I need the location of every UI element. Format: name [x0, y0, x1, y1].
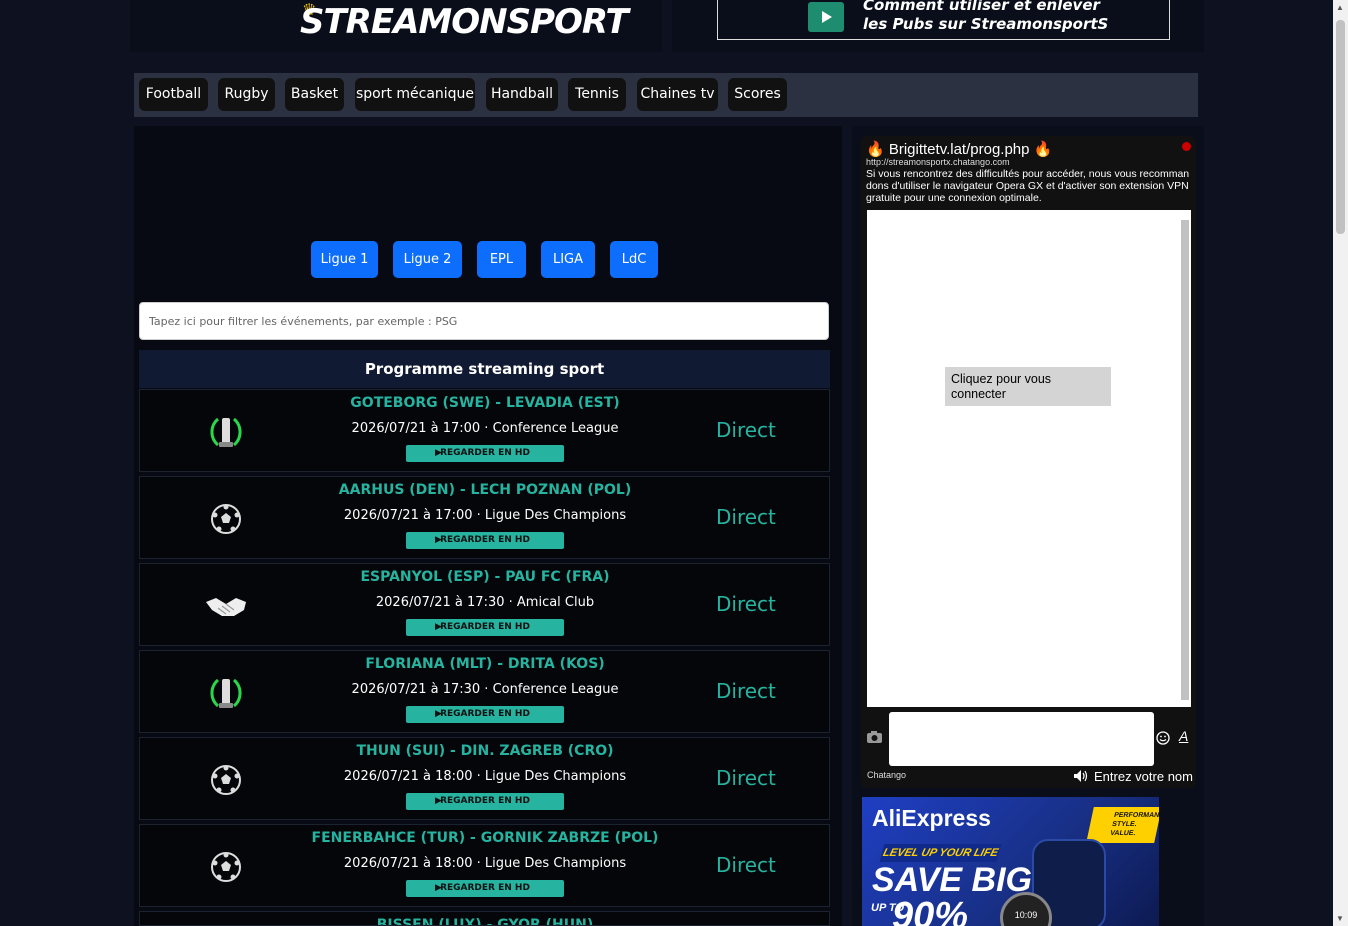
- conference-league-icon: [210, 417, 242, 447]
- watch-hd-label: REGARDER EN HD: [440, 622, 530, 632]
- chat-url[interactable]: http://streamonsportx.chatango.com: [866, 157, 1010, 167]
- enter-name-link[interactable]: Entrez votre nom: [1094, 769, 1193, 784]
- banner-line-2: les Pubs sur StreamonsportS: [863, 15, 1109, 33]
- nav-sport-mecanique[interactable]: sport mécanique: [355, 78, 475, 111]
- nav-football[interactable]: Football: [139, 78, 208, 111]
- event-row[interactable]: THUN (SUI) - DIN. ZAGREB (CRO) 2026/07/2…: [139, 737, 830, 820]
- emoji-icon[interactable]: [1156, 731, 1170, 745]
- direct-link[interactable]: Direct: [716, 853, 776, 877]
- scroll-up-icon[interactable]: ▲: [1336, 3, 1344, 12]
- watch-hd-label: REGARDER EN HD: [440, 796, 530, 806]
- play-icon: ▶: [435, 883, 442, 893]
- direct-link[interactable]: Direct: [716, 766, 776, 790]
- league-ldc[interactable]: LdC: [610, 241, 658, 278]
- nav-rugby[interactable]: Rugby: [218, 78, 275, 111]
- watch-hd-label: REGARDER EN HD: [440, 448, 530, 458]
- conference-league-icon: [210, 678, 242, 708]
- event-row[interactable]: BISSEN (LUX) - GYOR (HUN): [139, 911, 830, 926]
- nav-scores[interactable]: Scores: [728, 78, 787, 111]
- event-row[interactable]: FENERBAHCE (TUR) - GORNIK ZABRZE (POL) 2…: [139, 824, 830, 907]
- league-liga[interactable]: LIGA: [541, 241, 595, 278]
- watch-hd-button[interactable]: ▶ REGARDER EN HD: [406, 880, 564, 897]
- play-icon: ▶: [435, 448, 442, 458]
- event-info: 2026/07/21 à 17:00 · Conference League: [351, 421, 619, 436]
- event-match[interactable]: BISSEN (LUX) - GYOR (HUN): [290, 917, 680, 925]
- event-row[interactable]: GOTEBORG (SWE) - LEVADIA (EST) 2026/07/2…: [139, 389, 830, 472]
- ad-brand: AliExpress: [872, 805, 991, 831]
- scrollbar-thumb[interactable]: [1336, 20, 1345, 234]
- league-ligue-1[interactable]: Ligue 1: [311, 241, 378, 278]
- speaker-icon[interactable]: [1073, 769, 1089, 783]
- banner-text: Comment utiliser et enlever les Pubs sur…: [863, 0, 1108, 34]
- ads-help-banner[interactable]: Comment utiliser et enlever les Pubs sur…: [717, 0, 1170, 40]
- league-epl[interactable]: EPL: [477, 241, 526, 278]
- champions-league-ball-icon: [211, 852, 241, 882]
- direct-link[interactable]: Direct: [716, 592, 776, 616]
- event-info: 2026/07/21 à 18:00 · Ligue Des Champions: [343, 856, 627, 871]
- ad-tagline: LEVEL UP YOUR LIFE: [879, 844, 1002, 862]
- watch-hd-label: REGARDER EN HD: [440, 883, 530, 893]
- play-icon: ▶: [435, 709, 442, 719]
- event-match[interactable]: FLORIANA (MLT) - DRITA (KOS): [290, 656, 680, 672]
- handshake-icon: [206, 598, 246, 616]
- chatango-widget: 🔥 Brigittetv.lat/prog.php 🔥 http://strea…: [861, 136, 1196, 788]
- nav-basket[interactable]: Basket: [285, 78, 344, 111]
- nav-chaines-tv[interactable]: Chaines tv: [637, 78, 718, 111]
- chat-messages[interactable]: Cliquez pour vous connecter: [867, 210, 1191, 707]
- play-icon: ▶: [435, 622, 442, 632]
- event-info: 2026/07/21 à 18:00 · Ligue Des Champions: [343, 769, 627, 784]
- play-icon: ▶: [435, 535, 442, 545]
- play-icon: ▶: [435, 796, 442, 806]
- chat-title: 🔥 Brigittetv.lat/prog.php 🔥: [866, 141, 1053, 158]
- camera-icon[interactable]: [866, 730, 883, 744]
- direct-link[interactable]: Direct: [716, 418, 776, 442]
- ad-badge: PERFORMANCE. STYLE. VALUE.: [1086, 807, 1159, 843]
- chat-message-input[interactable]: [889, 712, 1154, 766]
- event-filter-input[interactable]: [139, 302, 829, 340]
- direct-link[interactable]: Direct: [716, 679, 776, 703]
- watch-hd-button[interactable]: ▶ REGARDER EN HD: [406, 532, 564, 549]
- event-match[interactable]: AARHUS (DEN) - LECH POZNAN (POL): [290, 482, 680, 498]
- watch-hd-button[interactable]: ▶ REGARDER EN HD: [406, 793, 564, 810]
- site-logo[interactable]: STREAMONSPORT: [300, 2, 629, 42]
- event-match[interactable]: THUN (SUI) - DIN. ZAGREB (CRO): [290, 743, 680, 759]
- video-clapper-icon: [808, 2, 844, 32]
- league-ligue-2[interactable]: Ligue 2: [393, 241, 462, 278]
- champions-league-ball-icon: [211, 765, 241, 795]
- watch-hd-button[interactable]: ▶ REGARDER EN HD: [406, 619, 564, 636]
- banner-line-1: Comment utiliser et enlever: [863, 0, 1100, 14]
- event-info: 2026/07/21 à 17:30 · Conference League: [351, 682, 619, 697]
- event-row[interactable]: FLORIANA (MLT) - DRITA (KOS) 2026/07/21 …: [139, 650, 830, 733]
- direct-link[interactable]: Direct: [716, 505, 776, 529]
- nav-handball[interactable]: Handball: [486, 78, 558, 111]
- sport-nav: Football Rugby Basket sport mécanique Ha…: [134, 73, 1198, 117]
- event-match[interactable]: ESPANYOL (ESP) - PAU FC (FRA): [290, 569, 680, 585]
- chat-scrollbar[interactable]: [1181, 220, 1189, 700]
- event-match[interactable]: FENERBAHCE (TUR) - GORNIK ZABRZE (POL): [290, 830, 680, 846]
- page-scrollbar[interactable]: ▲ ▼: [1333, 0, 1348, 926]
- watch-hd-button[interactable]: ▶ REGARDER EN HD: [406, 445, 564, 462]
- event-info: 2026/07/21 à 17:30 · Amical Club: [375, 595, 595, 610]
- event-match[interactable]: GOTEBORG (SWE) - LEVADIA (EST): [290, 395, 680, 411]
- watch-hd-label: REGARDER EN HD: [440, 535, 530, 545]
- chatango-brand[interactable]: Chatango: [867, 770, 906, 780]
- scroll-down-icon[interactable]: ▼: [1336, 914, 1344, 923]
- event-info: 2026/07/21 à 17:00 · Ligue Des Champions: [343, 508, 627, 523]
- aliexpress-ad[interactable]: AliExpress PERFORMANCE. STYLE. VALUE. LE…: [862, 797, 1159, 926]
- watch-hd-label: REGARDER EN HD: [440, 709, 530, 719]
- nav-tennis[interactable]: Tennis: [568, 78, 626, 111]
- program-title: Programme streaming sport: [139, 350, 830, 388]
- chat-description: Si vous rencontrez des difficultés pour …: [866, 168, 1190, 204]
- champions-league-ball-icon: [211, 504, 241, 534]
- ad-percent: 90%: [892, 895, 969, 926]
- connect-button[interactable]: Cliquez pour vous connecter: [945, 367, 1111, 406]
- event-row[interactable]: ESPANYOL (ESP) - PAU FC (FRA) 2026/07/21…: [139, 563, 830, 646]
- status-dot-icon: [1182, 142, 1191, 151]
- watch-hd-button[interactable]: ▶ REGARDER EN HD: [406, 706, 564, 723]
- event-row[interactable]: AARHUS (DEN) - LECH POZNAN (POL) 2026/07…: [139, 476, 830, 559]
- font-style-icon[interactable]: A: [1179, 728, 1188, 744]
